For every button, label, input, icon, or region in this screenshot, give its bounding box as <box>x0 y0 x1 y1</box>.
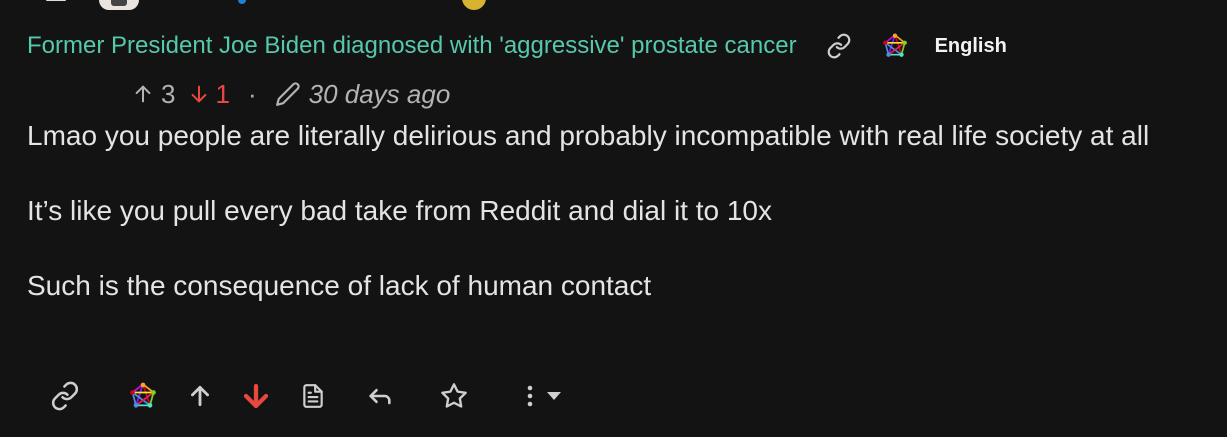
comment-meta-row: 3 1 · 30 days ago <box>131 78 450 110</box>
reply-icon[interactable] <box>364 375 396 417</box>
arrow-down-icon <box>187 82 211 106</box>
comment-paragraph: Such is the consequence of lack of human… <box>27 270 652 301</box>
downvote-count: 1 <box>215 78 230 109</box>
avatar[interactable] <box>99 0 139 10</box>
arrow-up-icon <box>131 82 155 106</box>
status-dot-icon <box>238 0 246 4</box>
link-icon[interactable] <box>825 32 853 60</box>
star-icon[interactable] <box>438 375 470 417</box>
comment-page: Former President Joe Biden diagnosed wit… <box>0 0 1227 437</box>
edited-timestamp: 30 days ago <box>308 78 451 109</box>
link-icon[interactable] <box>46 375 84 417</box>
view-source-icon[interactable] <box>298 375 328 417</box>
fediverse-icon[interactable] <box>126 375 160 417</box>
badge-icon <box>462 0 486 10</box>
menu-icon[interactable] <box>46 0 66 1</box>
comment-paragraph: It’s like you pull every bad take from R… <box>27 195 772 226</box>
pencil-icon <box>275 81 301 107</box>
language-label: English <box>934 34 1007 57</box>
upvote-icon[interactable] <box>184 375 216 417</box>
meta-separator: · <box>247 78 257 109</box>
fediverse-icon[interactable] <box>881 32 909 60</box>
post-title-link[interactable]: Former President Joe Biden diagnosed wit… <box>27 30 797 62</box>
upvote-count: 3 <box>161 78 176 109</box>
more-options-button[interactable] <box>514 375 570 417</box>
comment-paragraph: Lmao you people are literally delirious … <box>27 120 1150 151</box>
more-options-icon <box>522 383 538 409</box>
post-title-row: Former President Joe Biden diagnosed wit… <box>27 30 1007 62</box>
caret-down-icon <box>546 391 562 401</box>
downvote-icon[interactable] <box>238 375 274 417</box>
comment-body: Lmao you people are literally delirious … <box>27 113 1177 338</box>
